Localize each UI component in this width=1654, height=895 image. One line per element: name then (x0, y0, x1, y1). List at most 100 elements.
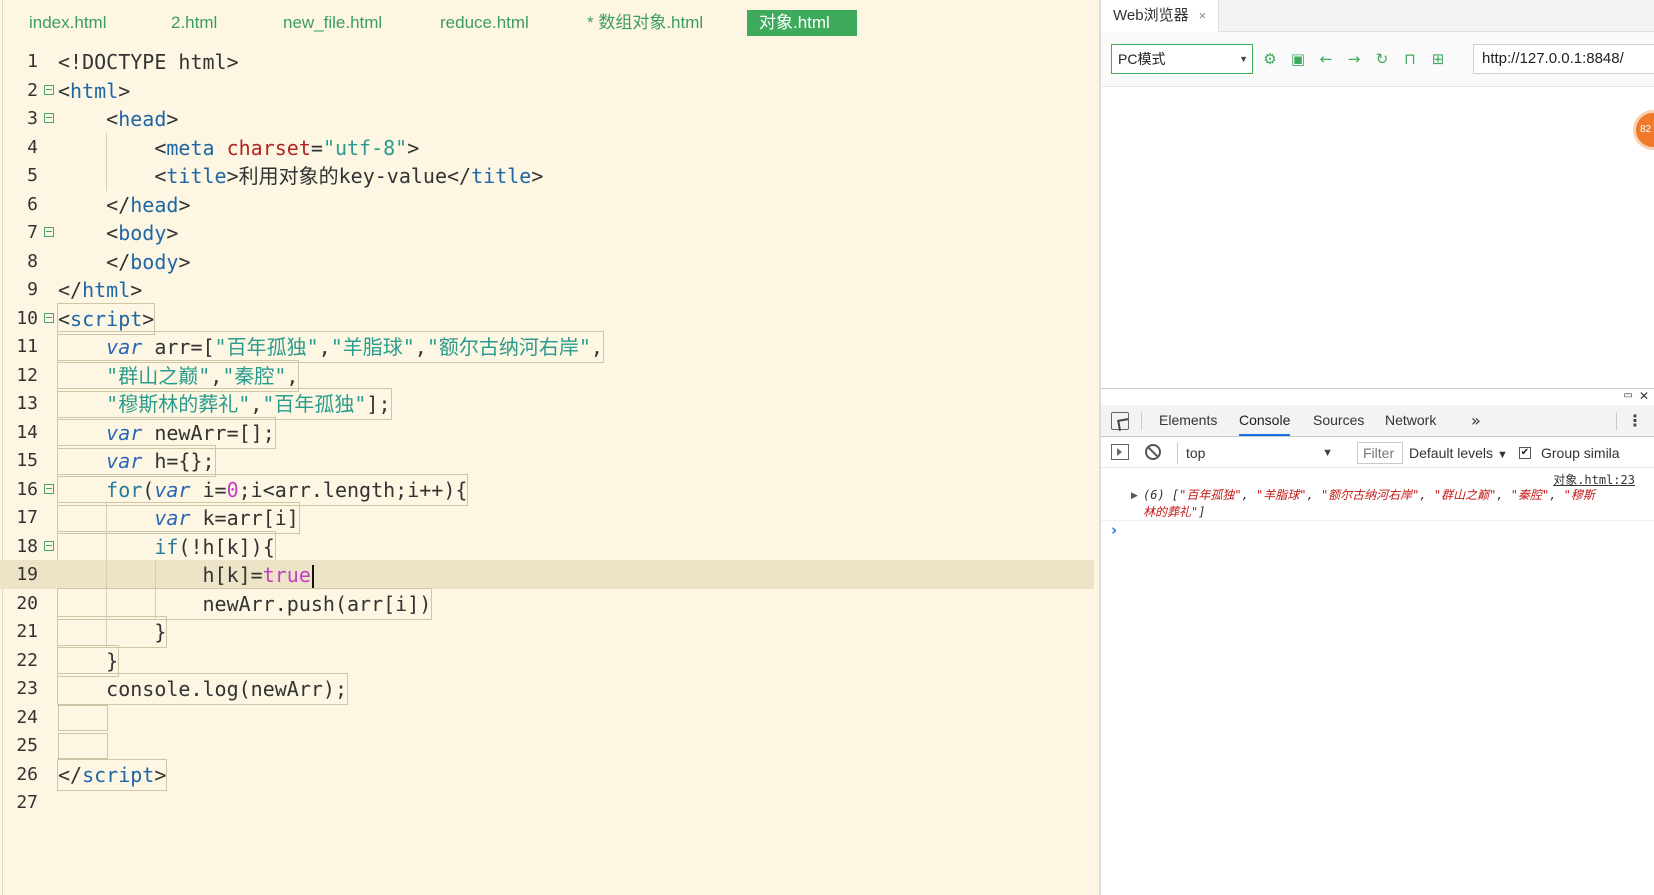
line-number: 11 (16, 336, 38, 357)
fold-toggle-icon[interactable] (44, 84, 54, 95)
console-toolbar: top ▼ Filter Default levels ▼ ✔ Group sim… (1101, 438, 1654, 468)
page-viewport[interactable]: 82 (1101, 88, 1654, 388)
context-select[interactable]: top ▼ (1177, 442, 1339, 464)
console-log-entry: 对象.html:23 ▶ (6) ["百年孤独", "羊脂球", "额尔古纳河右… (1101, 469, 1654, 521)
floating-badge[interactable]: 82 (1633, 110, 1654, 150)
code-line: 24 (0, 703, 1094, 733)
web-browser-panel: Web浏览器 × PC模式 ▼ ⚙ ▣ ← → ↻ ⊓ ⊞ http://127.… (1100, 0, 1654, 895)
code-text: } (56, 616, 168, 648)
fold-toggle-icon[interactable] (44, 540, 54, 551)
code-text: newArr.push(arr[i]) (56, 587, 433, 620)
code-text: </body> (106, 249, 191, 274)
code-text: var h={}; (57, 445, 216, 477)
console-icon[interactable]: ▣ (1289, 50, 1307, 68)
code-line: 16 for(var i=0;i<arr.length;i++){ (0, 473, 1094, 506)
line-number: 7 (27, 222, 38, 243)
url-input[interactable]: http://127.0.0.1:8848/ (1473, 44, 1654, 74)
code-line: 17 var k=arr[i] (0, 502, 1094, 534)
browser-tab[interactable]: Web浏览器 × (1101, 0, 1220, 32)
code-editor[interactable]: index.html 2.html new_file.html reduce.h… (0, 0, 1100, 895)
tab-network[interactable]: Network (1385, 405, 1436, 436)
fold-toggle-icon[interactable] (44, 113, 54, 123)
line-number: 15 (16, 450, 38, 471)
refresh-icon[interactable]: ↻ (1373, 50, 1391, 68)
line-number: 3 (27, 108, 38, 129)
more-tabs-icon[interactable]: » (1471, 405, 1481, 436)
settings-icon[interactable]: ⚙ (1261, 50, 1279, 68)
code-line: 10 <script> (0, 302, 1094, 335)
tab-reduce-html[interactable]: reduce.html (440, 10, 529, 36)
line-number: 4 (27, 136, 38, 158)
code-text: } (56, 644, 120, 677)
line-number: 26 (16, 763, 38, 785)
fold-toggle-icon[interactable] (44, 227, 54, 237)
line-number: 5 (27, 165, 38, 186)
device-mode-select[interactable]: PC模式 ▼ (1111, 44, 1253, 74)
log-source-link[interactable]: 对象.html:23 (1553, 471, 1635, 488)
code-line: 14 var newArr=[]; (0, 416, 1094, 449)
current-code-line: 19 h[k]=true (0, 560, 1094, 590)
filter-input[interactable]: Filter (1357, 442, 1403, 464)
code-line: 9 </html> (0, 275, 1094, 305)
expand-triangle-icon[interactable]: ▶ (1131, 491, 1138, 501)
lock-icon[interactable]: ⊓ (1401, 50, 1419, 68)
line-number: 16 (16, 478, 38, 500)
code-line: 22 } (0, 644, 1094, 677)
tab-elements[interactable]: Elements (1159, 405, 1217, 436)
code-text: var newArr=[]; (57, 416, 276, 449)
tab-sources[interactable]: Sources (1313, 405, 1364, 436)
tab-new-file-html[interactable]: new_file.html (283, 10, 382, 36)
sidebar-toggle-icon[interactable] (1111, 444, 1129, 460)
line-number: 6 (27, 193, 38, 215)
fold-toggle-icon[interactable] (44, 483, 54, 494)
tab-index-html[interactable]: index.html (29, 10, 106, 36)
close-icon[interactable]: × (1199, 8, 1207, 23)
forward-icon[interactable]: → (1345, 50, 1363, 68)
line-number: 14 (16, 421, 38, 443)
group-similar-checkbox[interactable]: ✔ (1519, 447, 1531, 459)
code-line: 5 <title>利用对象的key-value</title> (0, 161, 1094, 191)
tab-console[interactable]: Console (1239, 405, 1291, 436)
undock-icon[interactable]: ▭ (1624, 390, 1633, 401)
code-text: h[k]=true (58, 560, 314, 590)
line-number: 20 (16, 592, 38, 614)
code-line: 3 <head> (0, 104, 1094, 134)
code-text: <meta charset="utf-8"> (154, 135, 420, 160)
group-similar-label: Group simila (1541, 445, 1620, 461)
line-number: 27 (16, 792, 38, 813)
code-text: if(!h[k]){ (57, 530, 276, 563)
code-line: 6 </head> (0, 190, 1094, 220)
code-text: <!DOCTYPE html> (58, 50, 239, 74)
line-number: 9 (27, 279, 38, 300)
console-output[interactable]: 对象.html:23 ▶ (6) ["百年孤独", "羊脂球", "额尔古纳河右… (1101, 469, 1654, 895)
qrcode-icon[interactable]: ⊞ (1429, 50, 1447, 68)
line-number: 2 (27, 79, 38, 101)
line-number: 12 (16, 364, 38, 386)
code-line: 18 if(!h[k]){ (0, 530, 1094, 563)
back-icon[interactable]: ← (1317, 50, 1335, 68)
tab-2-html[interactable]: 2.html (171, 10, 217, 36)
close-devtools-icon[interactable]: ✕ (1639, 389, 1649, 403)
line-number: 17 (16, 507, 38, 528)
code-line: 26 </script> (0, 758, 1094, 791)
code-line: 4 <meta charset="utf-8"> (0, 132, 1094, 163)
device-mode-value: PC模式 (1118, 51, 1166, 67)
code-text: <head> (106, 107, 179, 131)
kebab-menu-icon[interactable]: ⋮ (1627, 405, 1643, 436)
code-line: 13 "穆斯林的葬礼","百年孤独"]; (0, 388, 1094, 420)
browser-tab-title: Web浏览器 (1113, 7, 1189, 24)
inspect-element-icon[interactable] (1111, 412, 1129, 430)
clear-console-icon[interactable] (1145, 444, 1161, 460)
console-prompt[interactable]: › (1111, 521, 1117, 539)
code-text: console.log(newArr); (57, 673, 348, 705)
code-line: 23 console.log(newArr); (0, 673, 1094, 705)
fold-toggle-icon[interactable] (44, 312, 54, 323)
line-number: 25 (16, 735, 38, 756)
code-text: <body> (106, 221, 179, 245)
tab-array-object-html[interactable]: * 数组对象.html (587, 10, 703, 36)
code-text: "穆斯林的葬礼","百年孤独"]; (57, 388, 392, 420)
tab-object-html[interactable]: 对象.html (747, 10, 857, 36)
log-levels-dropdown[interactable]: Default levels ▼ (1409, 442, 1508, 466)
line-number: 22 (16, 649, 38, 671)
caret-down-icon: ▼ (1322, 447, 1333, 459)
